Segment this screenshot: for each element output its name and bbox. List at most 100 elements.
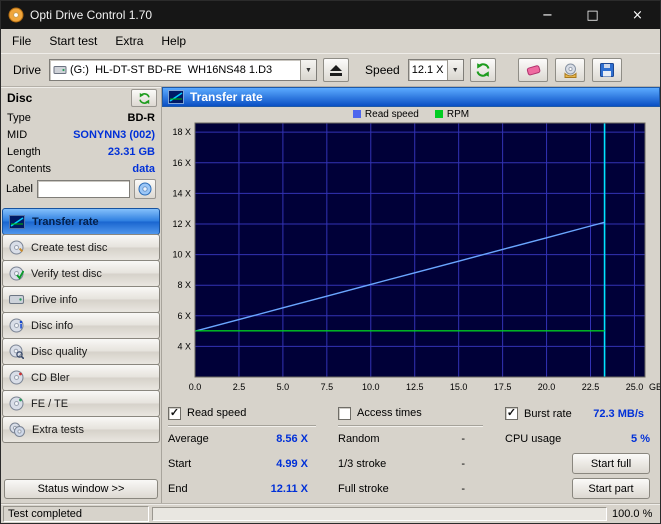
check-icon: ✓ <box>170 408 179 419</box>
refresh-drive-button[interactable] <box>470 58 496 82</box>
progress-bar <box>152 507 607 521</box>
read-speed-checkbox[interactable]: ✓ <box>168 407 181 420</box>
disc-field-type: Type BD-R <box>1 109 161 126</box>
transfer-rate-chart: 4 X6 X8 X10 X12 X14 X16 X18 X0.02.55.07.… <box>162 120 660 392</box>
burst-rate-checkbox[interactable]: ✓ <box>505 407 518 420</box>
app-icon <box>8 7 24 23</box>
svg-text:16 X: 16 X <box>172 158 191 168</box>
drive-select[interactable]: (G:) HL-DT-ST BD-RE WH16NS48 1.D3 ▼ <box>49 59 317 81</box>
cpu-usage-label: CPU usage <box>505 433 561 445</box>
disc-icon <box>9 240 24 255</box>
svg-text:7.5: 7.5 <box>321 382 334 392</box>
nav-verify-test-disc[interactable]: Verify test disc <box>2 260 160 287</box>
average-label: Average <box>168 433 209 445</box>
random-row: Random - <box>338 426 505 451</box>
progress-percent: 100.0 % <box>612 508 660 520</box>
full-stroke-row: Full stroke - <box>338 476 505 501</box>
refresh-disc-button[interactable] <box>131 89 157 107</box>
hand-disc-icon <box>562 63 579 78</box>
nav-fe-te[interactable]: FE / TE <box>2 390 160 417</box>
start-full-row: Start full <box>505 451 660 476</box>
end-row: End 12.11 X <box>168 476 338 501</box>
status-text: Test completed <box>3 506 149 522</box>
chart-area: 4 X6 X8 X10 X12 X14 X16 X18 X0.02.55.07.… <box>162 120 660 395</box>
svg-text:12.5: 12.5 <box>406 382 424 392</box>
svg-text:6 X: 6 X <box>177 311 191 321</box>
menu-file[interactable]: File <box>3 31 40 51</box>
nav-disc-info[interactable]: Disc info <box>2 312 160 339</box>
nav-label: Create test disc <box>31 242 107 254</box>
svg-text:10.0: 10.0 <box>362 382 380 392</box>
drive-icon <box>9 293 24 306</box>
stats-panel: ✓ Read speed ✓ Access times ✓ Burst rate… <box>162 395 660 503</box>
content: Disc Type BD-R MID SONYNN3 (002) Length … <box>1 87 660 503</box>
third-stroke-value: - <box>461 458 465 470</box>
menu-extra[interactable]: Extra <box>106 31 152 51</box>
chevron-down-icon[interactable]: ▼ <box>447 60 463 80</box>
eject-button[interactable] <box>323 58 349 82</box>
drive-icon <box>53 64 67 76</box>
toolbar-right-group <box>518 58 622 82</box>
field-label: MID <box>7 129 27 141</box>
svg-text:14 X: 14 X <box>172 188 191 198</box>
erase-disc-button[interactable] <box>518 58 548 82</box>
svg-text:22.5: 22.5 <box>582 382 600 392</box>
disc-icon <box>9 396 24 411</box>
svg-text:15.0: 15.0 <box>450 382 468 392</box>
svg-text:5.0: 5.0 <box>277 382 290 392</box>
field-label: Length <box>7 146 41 158</box>
nav-label: FE / TE <box>31 398 68 410</box>
nav-disc-quality[interactable]: Disc quality <box>2 338 160 365</box>
chevron-down-icon[interactable]: ▼ <box>300 60 316 80</box>
nav-label: Disc quality <box>31 346 87 358</box>
disc-field-length: Length 23.31 GB <box>1 143 161 160</box>
nav-create-test-disc[interactable]: Create test disc <box>2 234 160 261</box>
maximize-button[interactable]: □ <box>570 1 615 29</box>
field-value[interactable]: data <box>132 163 155 175</box>
minimize-button[interactable]: − <box>525 1 570 29</box>
start-value: 4.99 X <box>276 458 308 470</box>
status-window-button[interactable]: Status window >> <box>4 479 158 499</box>
access-times-label: Access times <box>357 407 422 419</box>
close-button[interactable]: × <box>615 1 660 29</box>
access-times-checkbox[interactable]: ✓ <box>338 407 351 420</box>
svg-text:GB: GB <box>649 382 660 392</box>
start-part-button[interactable]: Start part <box>572 478 650 499</box>
main-panel: Transfer rate Read speed RPM 4 X6 X8 X10… <box>162 87 660 503</box>
nav-label: CD Bler <box>31 372 70 384</box>
toolbar: Drive (G:) HL-DT-ST BD-RE WH16NS48 1.D3 … <box>1 53 660 87</box>
nav-extra-tests[interactable]: Extra tests <box>2 416 160 443</box>
read-speed-check-row: ✓ Read speed <box>168 401 316 426</box>
save-icon <box>600 63 614 77</box>
svg-text:20.0: 20.0 <box>538 382 556 392</box>
nav-label: Transfer rate <box>32 216 99 228</box>
app-window: Opti Drive Control 1.70 − □ × File Start… <box>0 0 661 524</box>
eraser-icon <box>525 63 542 77</box>
field-value: BD-R <box>128 112 156 124</box>
rpm-swatch <box>435 110 443 118</box>
nav-transfer-rate[interactable]: Transfer rate <box>2 208 160 235</box>
svg-text:10 X: 10 X <box>172 250 191 260</box>
svg-text:2.5: 2.5 <box>233 382 246 392</box>
menu-help[interactable]: Help <box>152 31 195 51</box>
disc-label-input[interactable] <box>37 180 130 198</box>
start-full-button[interactable]: Start full <box>572 453 650 474</box>
disc-field-label: Label <box>1 177 161 201</box>
read-speed-label: Read speed <box>187 407 246 419</box>
disc-label-lookup-button[interactable] <box>134 179 156 199</box>
legend-label: RPM <box>447 109 469 120</box>
save-results-button[interactable] <box>592 58 622 82</box>
nav-cd-bler[interactable]: CD Bler <box>2 364 160 391</box>
nav-drive-info[interactable]: Drive info <box>2 286 160 313</box>
full-stroke-label: Full stroke <box>338 483 389 495</box>
nav-label: Drive info <box>31 294 77 306</box>
refresh-icon <box>138 92 151 105</box>
chart-icon <box>168 90 184 104</box>
disc-handling-button[interactable] <box>555 58 585 82</box>
menu-start-test[interactable]: Start test <box>40 31 106 51</box>
speed-select[interactable]: 12.1 X ▼ <box>408 59 464 81</box>
nav-label: Disc info <box>31 320 73 332</box>
globe-icon <box>138 182 152 196</box>
status-bar: Test completed 100.0 % <box>1 503 660 523</box>
disc-panel-header: Disc <box>1 87 161 109</box>
